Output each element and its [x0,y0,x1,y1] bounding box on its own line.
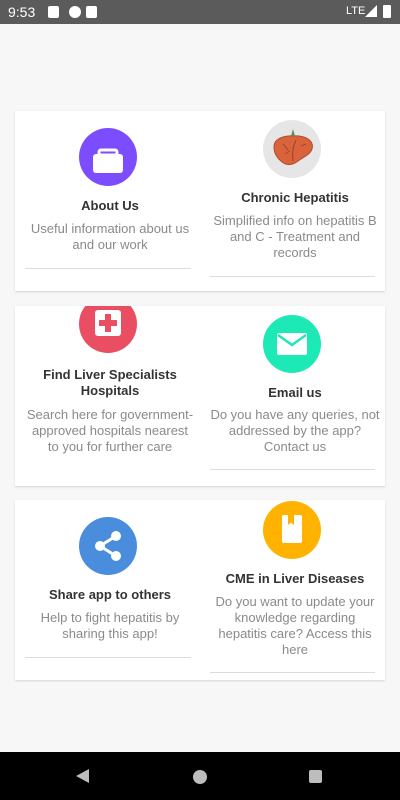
tile-title: About Us [81,198,139,213]
battery-icon [383,5,391,18]
back-icon[interactable] [76,769,89,783]
home-icon[interactable] [193,770,207,784]
tile-description: Simplified info on hepatitis B and C - T… [213,213,377,260]
status-time: 9:53 [8,4,36,20]
briefcase-icon [79,128,137,186]
sd-card-icon [48,6,59,18]
find-specialists-tile[interactable]: Find Liver Specialists Hospitals Search … [25,306,195,486]
cme-liver-diseases-tile[interactable]: CME in Liver Diseases Do you want to upd… [205,500,385,680]
divider [210,276,375,277]
tile-title: Email us [268,385,322,400]
status-bar: 9:53 LTE [0,0,400,24]
navigation-bar [0,752,400,800]
divider [210,469,375,470]
network-type: LTE [346,5,366,17]
menu-card: Share app to others Help to fight hepati… [15,500,385,680]
divider [25,657,191,658]
signal-icon [365,5,377,17]
divider [210,672,375,673]
tile-description: Help to fight hepatitis by sharing this … [40,610,180,641]
divider [25,268,191,269]
tile-title: Share app to others [48,587,172,602]
share-icon [79,517,137,575]
tile-description: Do you want to update your knowledge reg… [215,594,375,657]
tile-title: Find Liver Specialists Hospitals [43,367,177,398]
app-notification-icon [86,6,97,18]
tile-title: Chronic Hepatitis [241,190,349,205]
tile-description: Do you have any queries, not addressed b… [210,407,380,454]
book-icon [263,501,321,559]
about-us-tile[interactable]: About Us Useful information about us and… [25,111,195,291]
mail-icon [263,315,321,373]
chronic-hepatitis-tile[interactable]: Chronic Hepatitis Simplified info on hep… [205,111,385,291]
menu-card: About Us Useful information about us and… [15,111,385,291]
medical-kit-icon [79,306,137,353]
tile-description: Useful information about us and our work [30,221,190,252]
recent-apps-icon[interactable] [309,770,322,783]
tile-title: CME in Liver Diseases [225,571,365,586]
liver-icon [263,120,321,178]
share-app-tile[interactable]: Share app to others Help to fight hepati… [25,500,195,680]
app-notification-icon [69,6,81,18]
menu-card: Find Liver Specialists Hospitals Search … [15,306,385,486]
tile-description: Search here for government-approved hosp… [26,407,194,454]
email-us-tile[interactable]: Email us Do you have any queries, not ad… [205,306,385,486]
